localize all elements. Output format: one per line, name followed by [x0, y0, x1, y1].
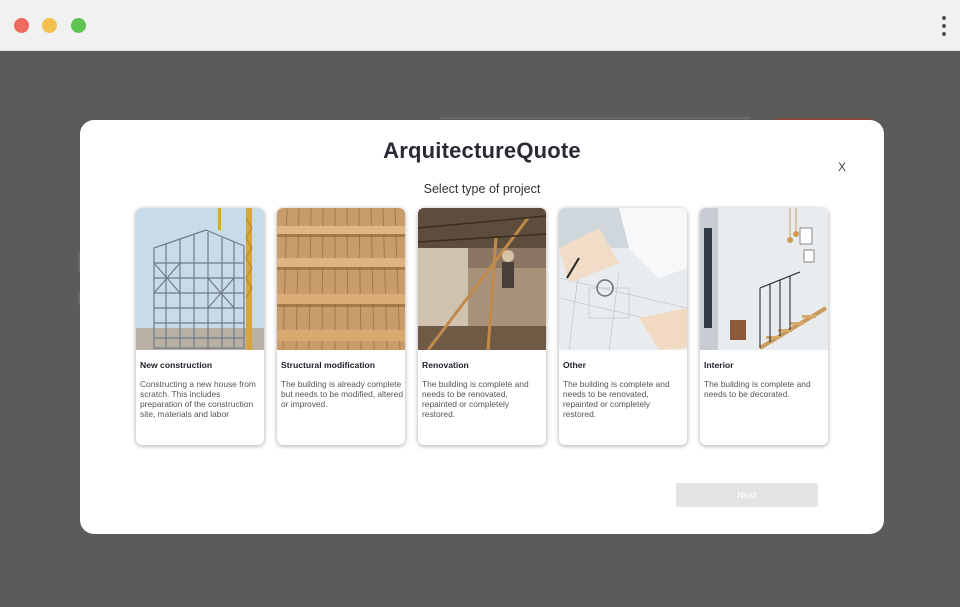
modal-subtitle: Select type of project [423, 182, 541, 196]
card-description: The building is complete and needs to be… [704, 379, 811, 399]
project-type-modal: ArquitectureQuote X Select type of proje… [80, 120, 884, 534]
next-button[interactable]: Next [676, 483, 818, 507]
card-title: Structural modification [281, 360, 376, 370]
wooden-beam-ceiling-photo [277, 208, 405, 350]
card-description: The building is complete and needs to be… [422, 379, 529, 419]
kebab-menu-icon[interactable] [940, 16, 948, 36]
card-interior[interactable]: Interior The building is complete and ne… [700, 208, 828, 445]
card-description: Constructing a new house from scratch. T… [140, 379, 256, 419]
background-text-line [440, 117, 750, 119]
modal-title: ArquitectureQuote [383, 138, 581, 163]
card-title: Interior [704, 360, 734, 370]
card-title: Other [563, 360, 586, 370]
architect-drawing-plans-photo [559, 208, 687, 350]
close-window-button[interactable] [14, 18, 29, 33]
close-modal-button[interactable]: X [838, 160, 846, 174]
card-description: The building is already complete but nee… [281, 379, 403, 409]
card-description: The building is complete and needs to be… [563, 379, 670, 419]
minimize-window-button[interactable] [42, 18, 57, 33]
modern-staircase-interior-photo [700, 208, 828, 350]
maximize-window-button[interactable] [71, 18, 86, 33]
card-new-construction[interactable]: New construction Constructing a new hous… [136, 208, 264, 445]
card-title: Renovation [422, 360, 469, 370]
window-titlebar [0, 0, 960, 51]
interior-renovation-worker-photo [418, 208, 546, 350]
card-other[interactable]: Other The building is complete and needs… [559, 208, 687, 445]
steel-frame-building-photo [136, 208, 264, 350]
card-renovation[interactable]: Renovation The building is complete and … [418, 208, 546, 445]
card-structural-modification[interactable]: Structural modification The building is … [277, 208, 405, 445]
card-title: New construction [140, 360, 213, 370]
project-type-cards: New construction Constructing a new hous… [136, 208, 830, 446]
